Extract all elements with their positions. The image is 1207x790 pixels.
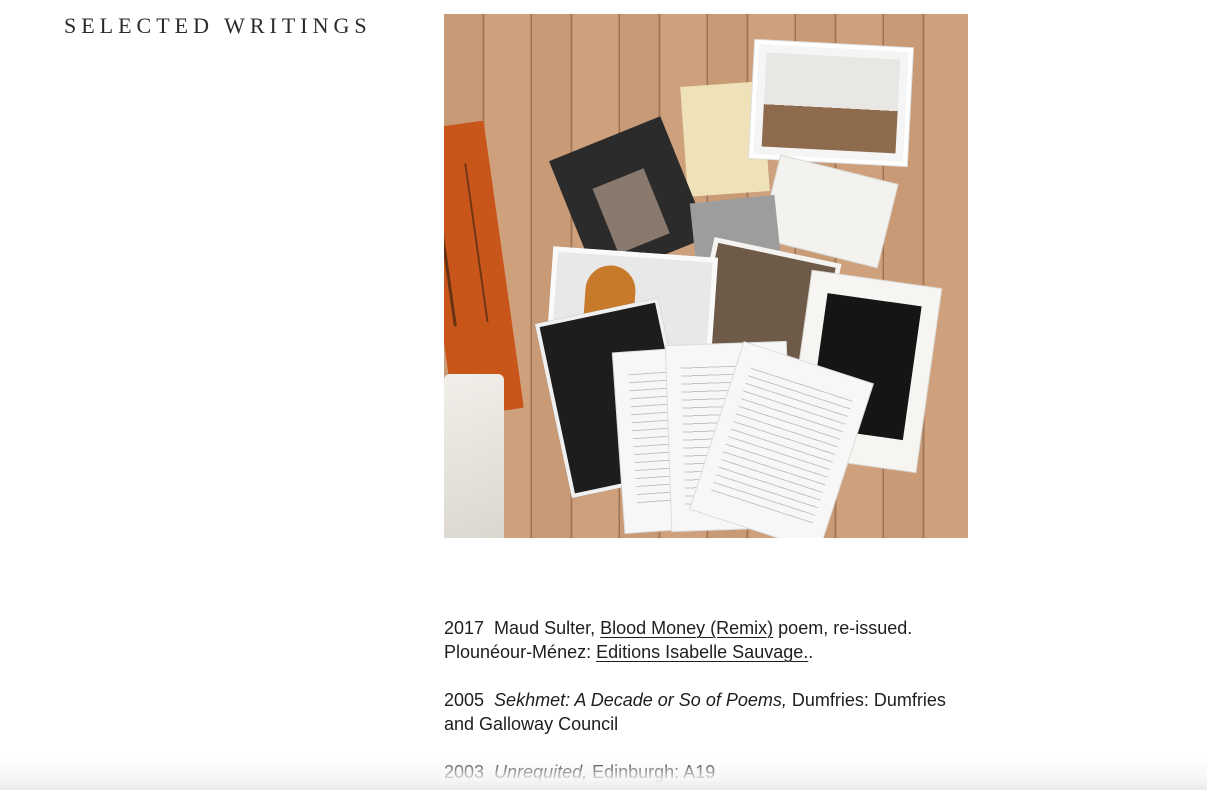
entry-text: Edinburgh: A19: [587, 762, 716, 782]
writings-list: 2017 Maud Sulter, Blood Money (Remix) poe…: [444, 616, 969, 790]
editions-isabelle-sauvage-link[interactable]: Editions Isabelle Sauvage.: [596, 642, 808, 662]
entry-year: 2005: [444, 690, 485, 710]
entry-year: 2017: [444, 618, 485, 638]
gallery-photo: [749, 39, 913, 167]
page: SELECTED WRITINGS 2017 Maud Sulter, Blood…: [0, 0, 1207, 790]
blood-money-link[interactable]: Blood Money (Remix): [600, 618, 773, 638]
orange-book: [444, 120, 524, 418]
section-title: SELECTED WRITINGS: [64, 13, 372, 38]
entry-year: 2003: [444, 762, 485, 782]
entry-author: Maud Sulter,: [494, 618, 601, 638]
entry-tail: .: [808, 642, 814, 662]
entry-title: Unrequited,: [494, 762, 588, 782]
plastic-bag: [444, 374, 504, 538]
writing-entry-2005: 2005 Sekhmet: A Decade or So of Poems, Du…: [444, 688, 969, 736]
writing-entry-2003: 2003 Unrequited, Edinburgh: A19: [444, 760, 969, 784]
writing-entry-2017: 2017 Maud Sulter, Blood Money (Remix) poe…: [444, 616, 969, 664]
archive-materials-photo: [444, 14, 968, 538]
entry-title: Sekhmet: A Decade or So of Poems,: [494, 690, 787, 710]
